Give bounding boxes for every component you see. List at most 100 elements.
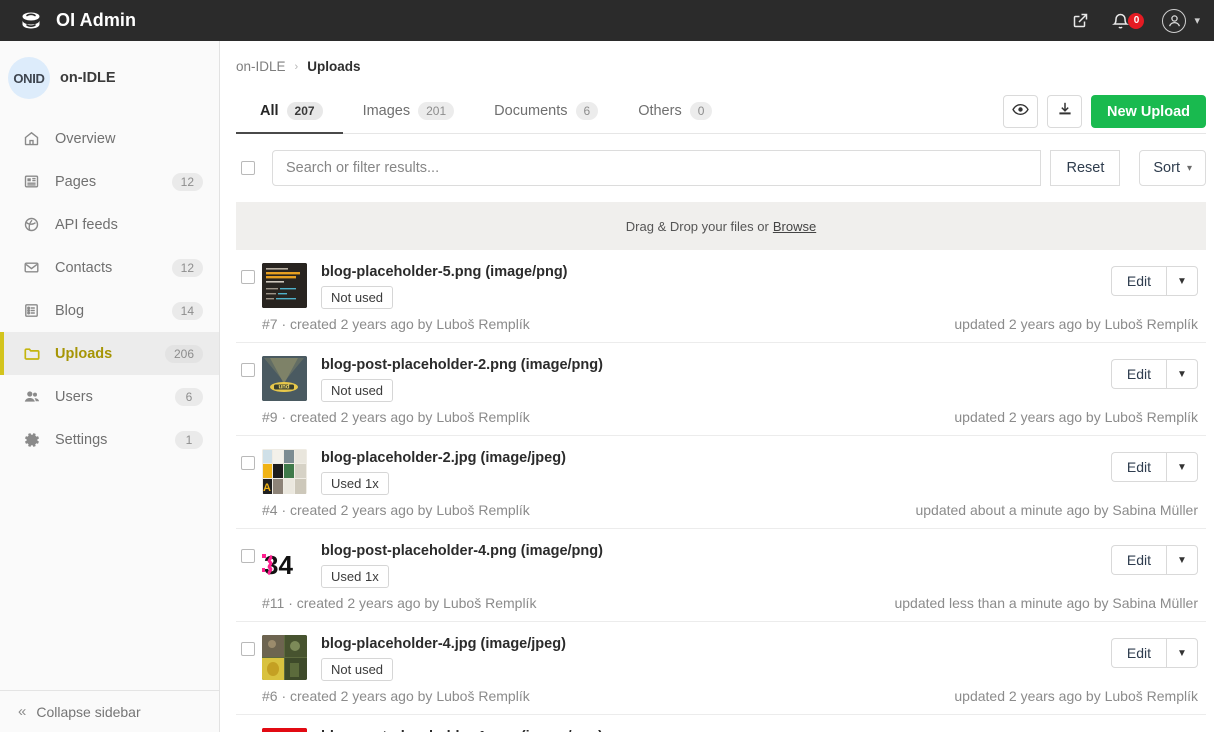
sidebar-item-count: 14 (171, 301, 203, 320)
tab-others[interactable]: Others 0 (618, 88, 732, 133)
edit-dropdown-button[interactable]: ▼ (1166, 359, 1198, 389)
breadcrumb-current: Uploads (307, 59, 361, 74)
table-row[interactable]: blog-placeholder-5.png (image/png) Not u… (236, 250, 1206, 343)
globe-icon (22, 215, 41, 234)
users-icon (22, 387, 41, 406)
home-icon (22, 129, 41, 148)
sidebar-nav: Overview Pages 12 API feeds Contacts 12 … (0, 113, 219, 461)
edit-button[interactable]: Edit (1110, 359, 1166, 389)
sidebar: ONID on-IDLE Overview Pages 12 API feeds… (0, 41, 220, 732)
file-meta: #11 · created 2 years ago by Luboš Rempl… (262, 595, 537, 611)
file-thumbnail (262, 263, 307, 308)
sidebar-item-count: 1 (175, 430, 203, 449)
avatar[interactable] (1162, 8, 1187, 33)
tab-label: Images (362, 102, 411, 119)
tabs: All 207 Images 201 Documents 6 Others 0 (236, 88, 732, 134)
file-thumbnail: 34 (262, 542, 307, 587)
filter-row: Reset Sort ▾ (220, 134, 1214, 202)
list-icon (22, 301, 41, 320)
dropzone[interactable]: Drag & Drop your files or Browse (236, 202, 1206, 250)
row-actions: Edit ▼ (1110, 263, 1206, 296)
select-all-checkbox[interactable] (241, 161, 255, 175)
tab-images[interactable]: Images 201 (343, 88, 475, 133)
edit-dropdown-button[interactable]: ▼ (1166, 266, 1198, 296)
svg-text:und: und (279, 385, 290, 391)
dropzone-text: Drag & Drop your files or (625, 218, 769, 234)
page-layout: ONID on-IDLE Overview Pages 12 API feeds… (0, 41, 1214, 732)
file-name: blog-placeholder-5.png (image/png) (321, 264, 568, 280)
file-thumbnail: A (262, 449, 307, 494)
site-header[interactable]: ONID on-IDLE (0, 41, 219, 113)
sidebar-item-label: Settings (55, 431, 108, 448)
sidebar-item-pages[interactable]: Pages 12 (0, 160, 219, 203)
edit-button[interactable]: Edit (1110, 452, 1166, 482)
top-bar-actions: 0 ▾ (1069, 8, 1200, 33)
table-row[interactable]: A blog-placeholder-2.jpg (image/jpeg) Us… (236, 436, 1206, 529)
edit-button[interactable]: Edit (1110, 545, 1166, 575)
usage-badge: Not used (321, 379, 394, 402)
sidebar-item-contacts[interactable]: Contacts 12 (0, 246, 219, 289)
sidebar-item-label: Uploads (55, 345, 113, 362)
table-row[interactable]: und blog-post-placeholder-2.png (image/p… (236, 343, 1206, 436)
svg-text:A: A (263, 482, 271, 494)
file-meta: #4 · created 2 years ago by Luboš Remplí… (262, 502, 530, 518)
row-checkbox[interactable] (241, 270, 255, 284)
eye-icon (1012, 103, 1029, 121)
file-thumbnail (262, 728, 307, 732)
sidebar-item-uploads[interactable]: Uploads 206 (0, 332, 219, 375)
row-checkbox[interactable] (241, 456, 255, 470)
row-actions: Edit ▼ (1110, 356, 1206, 389)
folder-icon (22, 344, 41, 363)
edit-dropdown-button[interactable]: ▼ (1166, 452, 1198, 482)
sort-button[interactable]: Sort ▾ (1139, 150, 1206, 186)
table-row[interactable]: blog-placeholder-4.jpg (image/jpeg) Not … (236, 622, 1206, 715)
edit-dropdown-button[interactable]: ▼ (1166, 545, 1198, 575)
tab-actions: New Upload (1003, 95, 1206, 133)
breadcrumb: on-IDLE › Uploads (220, 41, 1214, 74)
file-name: blog-placeholder-2.jpg (image/jpeg) (321, 450, 566, 466)
row-checkbox[interactable] (241, 642, 255, 656)
tab-count: 0 (689, 101, 713, 120)
collapse-sidebar-button[interactable]: « Collapse sidebar (0, 690, 219, 732)
download-icon (1057, 101, 1073, 122)
sidebar-item-label: API feeds (55, 216, 118, 233)
envelope-icon (22, 258, 41, 277)
table-row[interactable]: 34 blog-post-placeholder-4.png (image/pn… (236, 529, 1206, 622)
sidebar-item-settings[interactable]: Settings 1 (0, 418, 219, 461)
sidebar-item-blog[interactable]: Blog 14 (0, 289, 219, 332)
tab-documents[interactable]: Documents 6 (474, 88, 618, 133)
edit-button[interactable]: Edit (1110, 638, 1166, 668)
download-button[interactable] (1047, 95, 1083, 128)
preview-button[interactable] (1003, 95, 1039, 128)
file-list: blog-placeholder-5.png (image/png) Not u… (236, 250, 1206, 732)
notifications[interactable]: 0 (1109, 10, 1145, 32)
chevron-down-icon: ▾ (1186, 162, 1192, 174)
sidebar-item-api-feeds[interactable]: API feeds (0, 203, 219, 246)
site-badge: ONID (8, 57, 50, 99)
top-bar: OI Admin 0 ▾ (0, 0, 1214, 41)
search-input[interactable] (272, 150, 1042, 186)
sidebar-item-users[interactable]: Users 6 (0, 375, 219, 418)
edit-button[interactable]: Edit (1110, 266, 1166, 296)
tab-all[interactable]: All 207 (236, 88, 343, 134)
breadcrumb-root[interactable]: on-IDLE (236, 59, 286, 74)
new-upload-button[interactable]: New Upload (1091, 95, 1206, 128)
brand[interactable]: OI Admin (18, 8, 136, 34)
browse-link[interactable]: Browse (773, 219, 816, 234)
file-meta: #9 · created 2 years ago by Luboš Remplí… (262, 409, 530, 425)
reset-button[interactable]: Reset (1050, 150, 1121, 186)
table-row[interactable]: blog-post-placeholder-1.png (image/png) (236, 715, 1206, 732)
file-updated: updated 2 years ago by Luboš Remplík (954, 316, 1198, 332)
row-checkbox[interactable] (241, 549, 255, 563)
breadcrumb-separator-icon: › (294, 60, 299, 73)
edit-dropdown-button[interactable]: ▼ (1166, 638, 1198, 668)
row-checkbox[interactable] (241, 363, 255, 377)
row-actions: Edit ▼ (1110, 449, 1206, 482)
row-actions: Edit ▼ (1110, 542, 1206, 575)
tab-count: 6 (575, 101, 599, 120)
file-meta: #7 · created 2 years ago by Luboš Remplí… (262, 316, 530, 332)
usage-badge: Not used (321, 286, 394, 309)
sidebar-item-overview[interactable]: Overview (0, 117, 219, 160)
external-link-icon[interactable] (1069, 10, 1091, 32)
account-chevron-down-icon[interactable]: ▾ (1194, 14, 1200, 27)
